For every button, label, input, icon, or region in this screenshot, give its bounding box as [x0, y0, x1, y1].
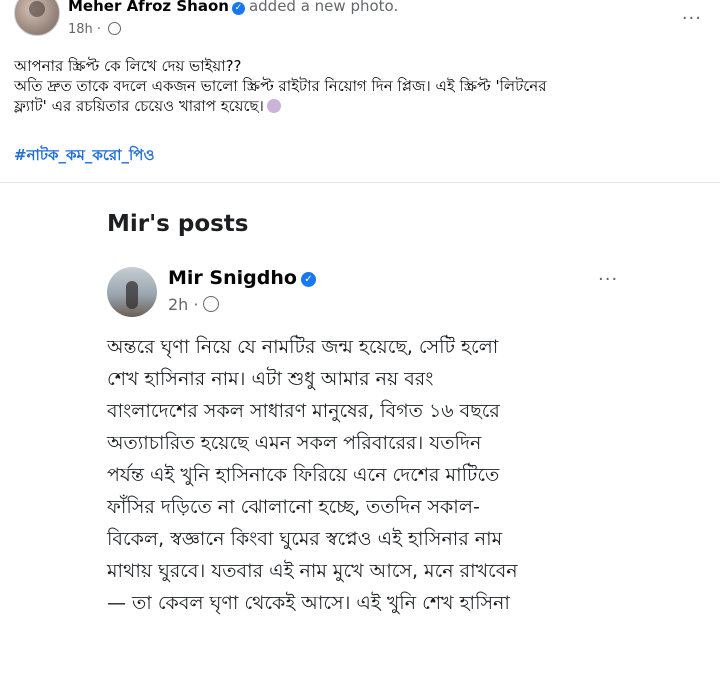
photo-author-name: Mir Snigdho: [168, 267, 297, 289]
post-header: Meher Afroz Shaon ✓ added a new photo. 18h…: [0, 0, 720, 48]
photo-author-avatar: [107, 267, 157, 317]
post-text: আপনার স্ক্রিপ্ট কে লিখে দেয় ভাইয়া?? অত…: [14, 56, 714, 116]
post-time[interactable]: 18h: [68, 22, 93, 37]
photo-page-title: Mir's posts: [107, 211, 249, 237]
more-options-button[interactable]: ···: [682, 8, 702, 29]
photo-body-line: — তা কেবল ঘৃণা থেকেই আসে। এই খুনি শেখ হা…: [107, 592, 510, 614]
post-text-line: ফ্ল্যাট' এর রচয়িতার চেয়েও খারাপ হয়েছে…: [14, 96, 714, 116]
photo-post-time: 2h: [168, 295, 189, 314]
post-text-line: আপনার স্ক্রিপ্ট কে লিখে দেয় ভাইয়া??: [14, 57, 242, 75]
photo-more-icon: ···: [598, 269, 619, 290]
photo-post-meta: 2h ·: [168, 295, 219, 314]
globe-icon: [108, 22, 122, 35]
photo-verified-badge-icon: ✓: [300, 272, 316, 287]
photo-body-line: বিকেল, স্বজ্ঞানে কিংবা ঘুমের স্বপ্নেও এই…: [107, 528, 503, 550]
person-facepalm-emoji-icon: [266, 99, 281, 113]
post-action-text: added a new photo.: [248, 0, 399, 15]
photo-author-line: Mir Snigdho ✓: [168, 267, 316, 289]
hashtag-link[interactable]: #নাটক_কম_করো_পিও: [14, 144, 155, 169]
photo-globe-icon: [202, 296, 219, 312]
author-avatar[interactable]: [14, 0, 60, 36]
photo-post-body: অন্তরে ঘৃণা নিয়ে যে নামটির জন্ম হয়েছে,…: [107, 331, 627, 619]
photo-body-line: বাংলাদেশের সকল সাধারণ মানুষের, বিগত ১৬ ব…: [107, 400, 500, 422]
post-text-line-3: ফ্ল্যাট' এর রচয়িতার চেয়েও খারাপ হয়েছে…: [14, 97, 264, 115]
shared-photo[interactable]: Mir's posts Mir Snigdho ✓ 2h · ··· অন্তরে…: [0, 182, 720, 681]
photo-meta-dot: ·: [193, 295, 199, 314]
photo-body-line: শেখ হাসিনার নাম। এটা শুধু আমার নয় বরং: [107, 368, 434, 390]
post-meta: 18h ·: [68, 22, 122, 37]
verified-badge-icon: ✓: [231, 2, 245, 15]
author-line: Meher Afroz Shaon ✓ added a new photo.: [68, 0, 398, 15]
photo-body-line: ফাঁসির দড়িতে না ঝোলানো হচ্ছে, ততদিন সকা…: [107, 496, 480, 518]
photo-body-line: অত্যাচারিত হয়েছে এমন সকল পরিবারের। যতদি…: [107, 432, 482, 454]
photo-body-line: অন্তরে ঘৃণা নিয়ে যে নামটির জন্ম হয়েছে,…: [107, 336, 499, 358]
photo-body-line: মাথায় ঘুরবে। যতবার এই নাম মুখে আসে, মনে…: [107, 560, 518, 582]
photo-body-line: পর্যন্ত এই খুনি হাসিনাকে ফিরিয়ে এনে দেশ…: [107, 464, 500, 486]
post-text-line: অতি দ্রুত তাকে বদলে একজন ভালো স্ক্রিপ্ট …: [14, 77, 547, 95]
author-name[interactable]: Meher Afroz Shaon: [68, 0, 229, 15]
